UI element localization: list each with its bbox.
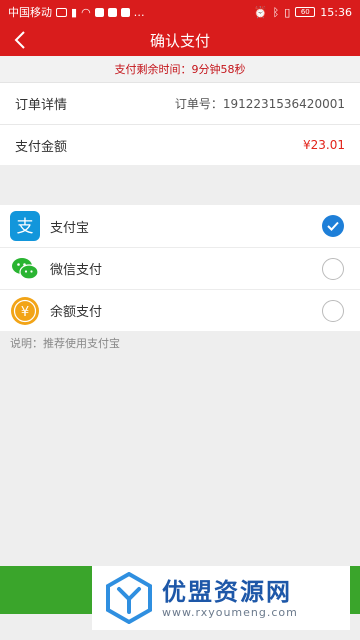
watermark-url: www.rxyoumeng.com [162,605,298,619]
clock-text: 15:36 [320,5,352,19]
payment-amount: ¥23.01 [303,138,345,152]
payment-option-alipay[interactable]: 支 支付宝 [0,205,360,247]
nav-bar: 确认支付 [0,24,360,56]
wechat-icon [10,254,40,284]
more-dots-icon: … [133,5,145,19]
page-title: 确认支付 [149,31,210,50]
signal-icon: ▮ [71,5,78,19]
watermark: 优盟资源网 www.rxyoumeng.com [92,566,350,630]
check-icon [327,221,339,231]
vibrate-icon: ▯ [284,5,291,19]
message-icon [94,7,104,17]
payment-amount-row: 支付金额 ¥23.01 [0,124,360,165]
logo-icon [106,572,152,624]
app-icon [120,7,130,17]
balance-label: 余额支付 [50,305,103,320]
battery-icon: 60 [295,7,316,17]
order-card: 订单详情 订单号：1912231536420001 支付金额 ¥23.01 [0,83,360,165]
payment-timer: 支付剩余时间：9分钟58秒 [0,56,360,83]
wechat-radio[interactable] [322,257,344,280]
payment-note: 说明：推荐使用支付宝 [10,337,120,350]
notification-icon [107,7,117,17]
payment-method-list: 支 支付宝 微信支付 ¥ 余额支付 [0,205,360,331]
hd-icon [56,7,67,17]
order-detail-label: 订单详情 [15,98,68,113]
alipay-icon: 支 [10,211,40,241]
svg-text:¥: ¥ [21,305,29,320]
wifi-icon: ◠ [81,5,91,19]
order-detail-row[interactable]: 订单详情 订单号：1912231536420001 [0,83,360,124]
balance-radio[interactable] [322,299,344,322]
alarm-icon: ⏰ [253,5,268,19]
payment-option-balance[interactable]: ¥ 余额支付 [0,289,360,331]
wechat-label: 微信支付 [50,263,103,278]
svg-text:支: 支 [17,217,34,237]
bluetooth-icon: ᛒ [272,5,280,19]
carrier-text: 中国移动 [8,6,52,19]
order-number: 订单号：1912231536420001 [174,97,345,111]
watermark-name: 优盟资源网 [162,577,292,606]
back-button[interactable] [8,24,32,56]
chevron-left-icon [14,31,25,49]
payment-option-wechat[interactable]: 微信支付 [0,247,360,289]
alipay-label: 支付宝 [50,220,90,236]
alipay-radio[interactable] [322,215,344,237]
balance-icon: ¥ [10,296,40,326]
status-bar: 中国移动 ▮ ◠ … ⏰ ᛒ ▯ 60 15:36 [0,0,360,24]
payment-amount-label: 支付金额 [15,139,68,155]
